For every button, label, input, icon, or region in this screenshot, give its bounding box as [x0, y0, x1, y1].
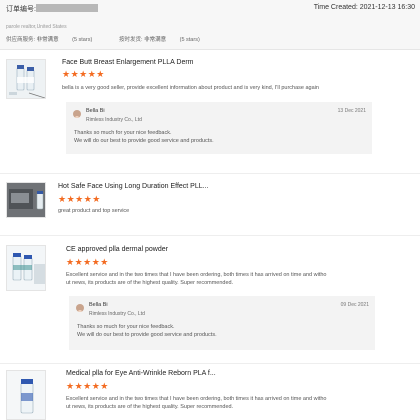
product-thumbnail[interactable]	[6, 59, 46, 99]
product-thumbnail[interactable]	[6, 182, 46, 218]
seller-name: Bella Bi	[89, 302, 108, 308]
product-vial-image	[7, 371, 45, 419]
rating-stars-text: (5 stars)	[72, 37, 93, 43]
seller-company: Rimless Industry Co., Ltd	[86, 117, 142, 123]
rating-stars-text: (5 stars)	[179, 37, 200, 43]
reply-line: Thanks so much for your nice feedback.	[74, 130, 172, 136]
product-title[interactable]: Medical plla for Eye Anti-Wrinkle Reborn…	[66, 370, 216, 377]
seller-company: Rimless Industry Co., Ltd	[89, 311, 145, 317]
product-vials-image	[7, 246, 45, 290]
product-vials-image	[7, 60, 45, 98]
rating-value: 非常满意	[36, 37, 59, 43]
review-item: Medical plla for Eye Anti-Wrinkle Reborn…	[0, 364, 420, 420]
review-text: Excellent service and in the two times t…	[66, 395, 416, 411]
product-title[interactable]: CE approved plla dermal powder	[66, 246, 168, 253]
review-item: Face Butt Breast Enlargement PLLA Derm ★…	[0, 50, 420, 174]
reply-text: Thanks so much for your nice feedback. W…	[77, 323, 217, 339]
product-thumbnail[interactable]	[6, 370, 46, 420]
seller-reply: Bella Bi Rimless Industry Co., Ltd 09 De…	[69, 296, 375, 350]
rating-label: 按时发货:	[119, 37, 143, 43]
review-text: bella is a very good seller, provide exc…	[62, 85, 319, 91]
review-text-line: ut news, its products are of the highest…	[66, 280, 234, 286]
reply-line: Thanks so much for your nice feedback.	[77, 324, 175, 330]
rating-label: 供应商服务:	[6, 37, 36, 43]
rating-value: 非常满意	[144, 37, 167, 43]
product-thumbnail[interactable]	[6, 245, 46, 291]
review-text: great product and top service	[58, 208, 130, 214]
star-rating: ★★★★★	[58, 194, 101, 204]
star-rating: ★★★★★	[66, 257, 109, 267]
order-header: 订单编号: Time Created: 2021-12-13 16:30 par…	[0, 0, 420, 50]
order-number-label: 订单编号:	[6, 6, 36, 13]
seller-avatar	[73, 110, 81, 118]
star-rating: ★★★★★	[62, 69, 105, 79]
product-box-image	[7, 183, 45, 217]
reply-line: We will do our best to provide good serv…	[77, 332, 217, 338]
product-title[interactable]: Hot Safe Face Using Long Duration Effect…	[58, 183, 208, 190]
order-number-redacted	[36, 4, 98, 12]
seller-avatar	[76, 304, 84, 312]
supplier-service-rating: 供应商服务: 非常满意 (5 stars)	[6, 35, 92, 43]
review-text-line: Excellent service and in the two times t…	[66, 272, 327, 278]
reply-line: We will do our best to provide good serv…	[74, 138, 214, 144]
review-item: Hot Safe Face Using Long Duration Effect…	[0, 174, 420, 236]
reply-text: Thanks so much for your nice feedback. W…	[74, 129, 214, 145]
seller-reply: Bella Bi Rimless Industry Co., Ltd 13 De…	[66, 102, 372, 154]
review-text-line: Excellent service and in the two times t…	[66, 396, 327, 402]
review-item: CE approved plla dermal powder ★★★★★ Exc…	[0, 236, 420, 364]
review-text-line: ut news, its products are of the highest…	[66, 404, 234, 410]
reply-date: 13 Dec 2021	[337, 108, 366, 114]
on-time-delivery-rating: 按时发货: 非常满意 (5 stars)	[119, 35, 200, 43]
seller-name: Bella Bi	[86, 108, 105, 114]
buyer-info: parole realtor,United States	[6, 24, 67, 30]
time-created: Time Created: 2021-12-13 16:30	[313, 4, 415, 11]
reply-date: 09 Dec 2021	[340, 302, 369, 308]
star-rating: ★★★★★	[66, 381, 109, 391]
review-text: Excellent service and in the two times t…	[66, 271, 416, 287]
product-title[interactable]: Face Butt Breast Enlargement PLLA Derm	[62, 59, 194, 66]
